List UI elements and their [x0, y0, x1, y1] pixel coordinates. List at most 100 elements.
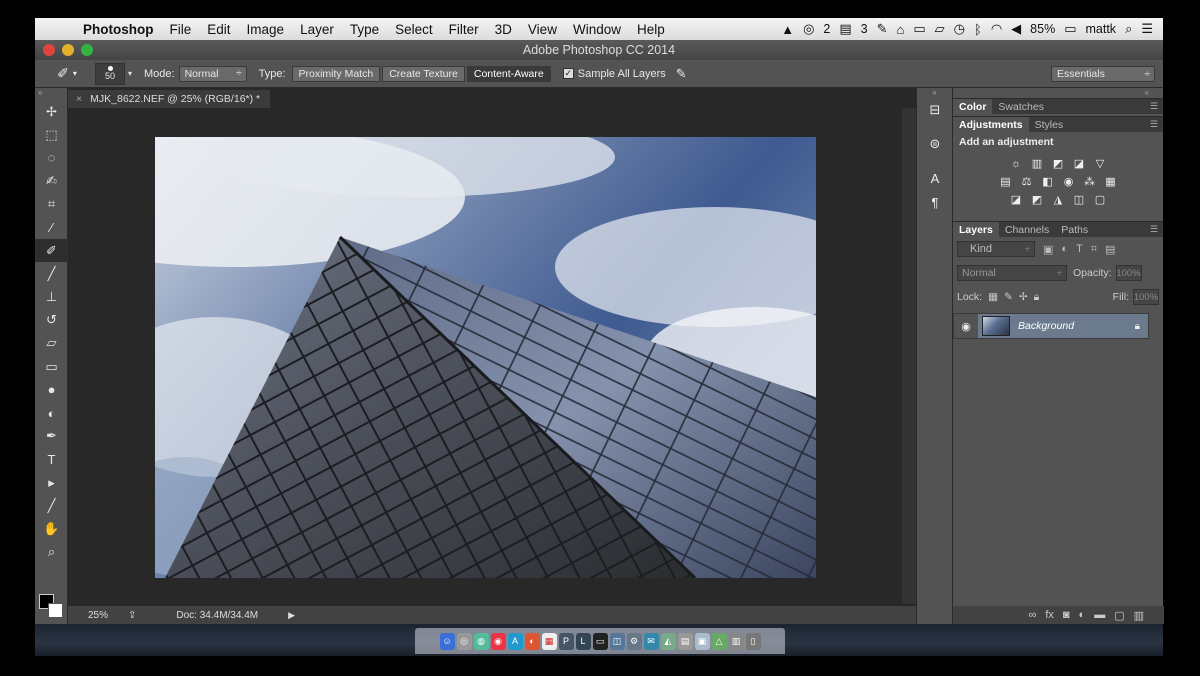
- strip-grip-icon[interactable]: «: [917, 88, 952, 98]
- menu-layer[interactable]: Layer: [292, 22, 342, 37]
- tab-color[interactable]: Color: [953, 99, 993, 114]
- photo-filter-icon[interactable]: ◉: [1061, 175, 1076, 188]
- preview-photo-dock-icon[interactable]: ▣: [694, 632, 710, 650]
- preview-dock-icon[interactable]: ◫: [609, 632, 625, 650]
- tab-styles[interactable]: Styles: [1029, 117, 1070, 132]
- spotlight-icon[interactable]: ⌕: [1125, 21, 1132, 37]
- panel-menu-icon[interactable]: ☰: [1150, 99, 1163, 114]
- adobe-icon[interactable]: ▤: [839, 21, 851, 37]
- close-window-button[interactable]: [43, 44, 55, 56]
- history-panel-icon[interactable]: ⊟: [917, 98, 953, 122]
- lock-position-icon[interactable]: ✢: [1019, 291, 1028, 303]
- menu-select[interactable]: Select: [387, 22, 441, 37]
- menu-image[interactable]: Image: [239, 22, 293, 37]
- document-tab[interactable]: × MJK_8622.NEF @ 25% (RGB/16*) *: [68, 90, 271, 108]
- downloads-dock-icon[interactable]: ▥: [728, 632, 744, 650]
- create-texture-button[interactable]: Create Texture: [382, 65, 465, 82]
- filter-adjustment-icon[interactable]: ◐: [1061, 243, 1068, 255]
- menu-edit[interactable]: Edit: [199, 22, 238, 37]
- fill-field[interactable]: 100%: [1133, 289, 1159, 305]
- blur-tool-icon[interactable]: ●: [35, 378, 68, 401]
- new-layer-icon[interactable]: ▢: [1114, 609, 1124, 622]
- user-name[interactable]: mattk: [1086, 22, 1117, 36]
- sync-icon[interactable]: ◎: [803, 21, 814, 37]
- move-tool-icon[interactable]: ✢: [35, 100, 68, 123]
- minimize-window-button[interactable]: [62, 44, 74, 56]
- notification-center-icon[interactable]: ☰: [1141, 21, 1153, 37]
- layer-style-icon[interactable]: fx: [1045, 609, 1054, 621]
- lock-pixels-icon[interactable]: ✎: [1004, 291, 1013, 303]
- brightness-contrast-icon[interactable]: ☼: [1009, 157, 1024, 170]
- zoom-level[interactable]: 25%: [88, 610, 128, 621]
- menu-help[interactable]: Help: [629, 22, 673, 37]
- add-mask-icon[interactable]: ◙: [1063, 609, 1070, 621]
- vibrance-icon[interactable]: ▽: [1093, 157, 1108, 170]
- menu-3d[interactable]: 3D: [487, 22, 520, 37]
- line-tool-icon[interactable]: ╱: [35, 494, 68, 517]
- panel-grip-icon[interactable]: »: [35, 88, 67, 100]
- evernote-icon[interactable]: ✎: [877, 21, 888, 37]
- threshold-icon[interactable]: ◮: [1051, 193, 1066, 206]
- menu-filter[interactable]: Filter: [441, 22, 487, 37]
- hue-saturation-icon[interactable]: ▤: [998, 175, 1013, 188]
- layer-kind-select[interactable]: Kind: [957, 241, 1035, 257]
- layer-row-background[interactable]: ◉ Background 🔒︎: [953, 313, 1149, 339]
- menu-window[interactable]: Window: [565, 22, 629, 37]
- exposure-icon[interactable]: ◪: [1072, 157, 1087, 170]
- filter-smart-object-icon[interactable]: ▤: [1105, 243, 1115, 256]
- launchpad-dock-icon[interactable]: ◎: [456, 632, 472, 650]
- curves-icon[interactable]: ◩: [1051, 157, 1066, 170]
- panels-collapse-icon[interactable]: «: [953, 88, 1163, 98]
- status-menu-arrow-icon[interactable]: ▶: [288, 610, 295, 621]
- menu-file[interactable]: File: [162, 22, 200, 37]
- menu-app-name[interactable]: Photoshop: [75, 22, 162, 37]
- posterize-icon[interactable]: ◩: [1030, 193, 1045, 206]
- clone-stamp-tool-icon[interactable]: ⊥: [35, 286, 68, 309]
- dock-app-icon[interactable]: ▤: [677, 632, 693, 650]
- workspace-select[interactable]: Essentials: [1051, 66, 1155, 82]
- battery-icon[interactable]: ▭: [1064, 21, 1076, 37]
- filter-shape-icon[interactable]: ⌗: [1091, 243, 1097, 256]
- maps-dock-icon[interactable]: ◭: [660, 632, 676, 650]
- filter-type-icon[interactable]: T: [1076, 243, 1083, 255]
- color-balance-icon[interactable]: ⚖: [1019, 175, 1034, 188]
- window-icon[interactable]: ▭: [913, 21, 925, 37]
- background-color-swatch[interactable]: [48, 603, 63, 618]
- link-layers-icon[interactable]: ∞: [1028, 609, 1036, 621]
- tab-paths[interactable]: Paths: [1055, 222, 1094, 237]
- eyedropper-tool-icon[interactable]: ⁄: [35, 216, 68, 239]
- calendar-dock-icon[interactable]: ▦: [541, 632, 557, 650]
- brush-chevron-icon[interactable]: ▾: [128, 69, 132, 78]
- vertical-scrollbar[interactable]: [902, 108, 916, 604]
- history-brush-tool-icon[interactable]: ↺: [35, 309, 68, 332]
- channel-mixer-icon[interactable]: ⁂: [1082, 175, 1097, 188]
- pressure-size-icon[interactable]: ✎: [676, 66, 687, 82]
- airplay-icon[interactable]: ▱: [935, 21, 945, 37]
- character-panel-icon[interactable]: A: [917, 166, 953, 190]
- utility-dock-icon[interactable]: △: [711, 632, 727, 650]
- selective-color-icon[interactable]: ▢: [1093, 193, 1108, 206]
- safari-dock-icon[interactable]: ◍: [473, 632, 489, 650]
- eraser-tool-icon[interactable]: ▱: [35, 332, 68, 355]
- tool-preset-picker[interactable]: ✐ ▾: [47, 63, 87, 85]
- proximity-match-button[interactable]: Proximity Match: [291, 65, 381, 82]
- adjustments-menu-icon[interactable]: ☰: [1150, 117, 1163, 132]
- tab-adjustments[interactable]: Adjustments: [953, 117, 1029, 132]
- brush-size-picker[interactable]: 50: [95, 62, 125, 85]
- terminal-dock-icon[interactable]: ▭: [592, 632, 608, 650]
- layer-name[interactable]: Background: [1018, 320, 1074, 332]
- lock-transparent-icon[interactable]: ▦: [988, 291, 998, 303]
- mode-select[interactable]: Normal: [178, 65, 247, 82]
- opacity-field[interactable]: 100%: [1115, 265, 1142, 281]
- gradient-tool-icon[interactable]: ▭: [35, 355, 68, 378]
- tab-channels[interactable]: Channels: [999, 222, 1055, 237]
- dropbox-icon[interactable]: ▲: [781, 22, 794, 37]
- ps-dock-icon[interactable]: P: [558, 632, 574, 650]
- firefox-dock-icon[interactable]: ◐: [524, 632, 540, 650]
- zoom-window-button[interactable]: [81, 44, 93, 56]
- menu-view[interactable]: View: [520, 22, 565, 37]
- zoom-tool-icon[interactable]: ⌕: [35, 541, 68, 564]
- pen-tool-icon[interactable]: ✒: [35, 425, 68, 448]
- invert-icon[interactable]: ◪: [1009, 193, 1024, 206]
- blend-mode-select[interactable]: Normal: [957, 265, 1067, 281]
